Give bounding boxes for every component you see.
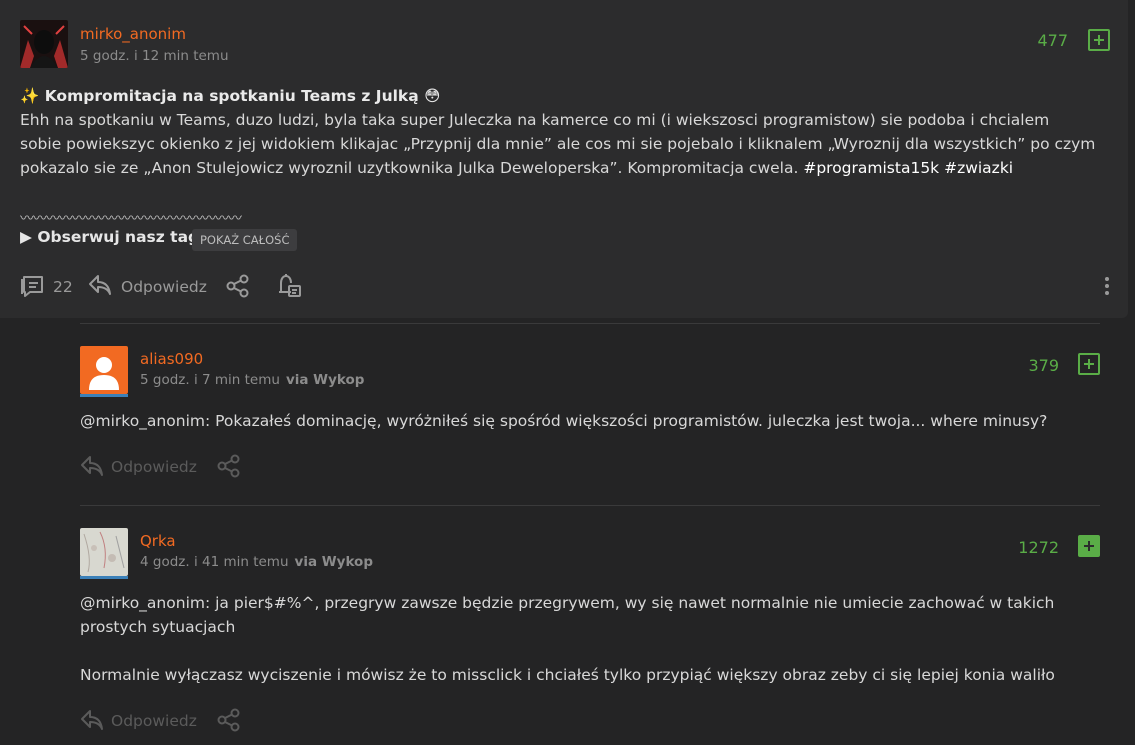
comment-divider [80,323,1100,324]
comment-text-line [80,639,1110,663]
post-tags[interactable]: #programista15k #zwiazki [803,159,1013,177]
show-all-button[interactable]: POKAŻ CAŁOŚĆ [192,229,298,251]
comment-score: 1272 [1018,538,1059,557]
post-body: ✨ Kompromitacja na spotkaniu Teams z Jul… [20,84,1120,180]
comment-text: @mirko_anonim: ja pier$#%^, przegryw zaw… [80,591,1110,687]
comment-time[interactable]: 4 godz. i 41 min temu [140,554,289,570]
comment-text-line: Normalnie wyłączasz wyciszenie i mówisz … [80,666,1055,684]
comment-time[interactable]: 5 godz. i 7 min temu [140,372,280,388]
comment-divider [80,505,1100,506]
post-body-line: pokazalo sie ze „Anon Stulejowicz wyrozn… [20,159,1014,177]
comment-upvote-button[interactable] [1078,535,1100,557]
share-icon[interactable] [216,708,242,736]
share-icon[interactable] [216,454,242,482]
avatar-underline [80,394,128,397]
comment-meta: 5 godz. i 7 min temu via Wykop [140,372,364,388]
avatar-underline [80,576,128,579]
post-time[interactable]: 5 godz. i 12 min temu [80,48,229,64]
comment-avatar[interactable] [80,346,128,394]
comments-count[interactable]: 22 [53,278,73,296]
comment-author[interactable]: Qrka [140,532,176,550]
share-icon[interactable] [225,274,251,302]
reply-icon[interactable] [88,274,112,300]
comment-score: 379 [1028,356,1059,375]
post-score: 477 [1037,31,1068,50]
comment-reply-button[interactable]: Odpowiedz [111,712,197,730]
observe-tag-text: ▶ Obserwuj nasz tag [20,228,200,246]
comment-meta: 4 godz. i 41 min temu via Wykop [140,554,373,570]
comment-upvote-button[interactable] [1078,353,1100,375]
comment-text-line: prostych sytuacjach [80,618,236,636]
post-title: ✨ Kompromitacja na spotkaniu Teams z Jul… [20,87,441,105]
more-options-icon[interactable] [1104,276,1110,300]
post-body-line: sobie powiekszyc okienko z jej widokiem … [20,135,1096,153]
comment-author[interactable]: alias090 [140,350,203,368]
author-avatar[interactable] [20,20,68,68]
comment-text: @mirko_anonim: Pokazałeś dominację, wyró… [80,412,1048,430]
comment-avatar[interactable] [80,528,128,576]
comment-text-line: @mirko_anonim: ja pier$#%^, przegryw zaw… [80,594,1055,612]
reply-button[interactable]: Odpowiedz [121,278,207,296]
upvote-button[interactable] [1088,29,1110,51]
reply-icon[interactable] [80,709,104,735]
wavy-divider: 〰〰〰〰〰〰〰〰〰〰〰〰〰〰〰〰〰 [20,211,242,227]
comment-via[interactable]: via Wykop [295,554,373,570]
comment-reply-button[interactable]: Odpowiedz [111,458,197,476]
post-body-line: Ehh na spotkaniu w Teams, duzo ludzi, by… [20,111,1050,129]
main-post: mirko_anonim 5 godz. i 12 min temu 477 ✨… [0,0,1128,318]
notification-bell-icon[interactable] [275,273,303,303]
author-username[interactable]: mirko_anonim [80,25,186,43]
comment-via[interactable]: via Wykop [286,372,364,388]
comments-icon[interactable] [20,275,46,303]
reply-icon[interactable] [80,455,104,481]
